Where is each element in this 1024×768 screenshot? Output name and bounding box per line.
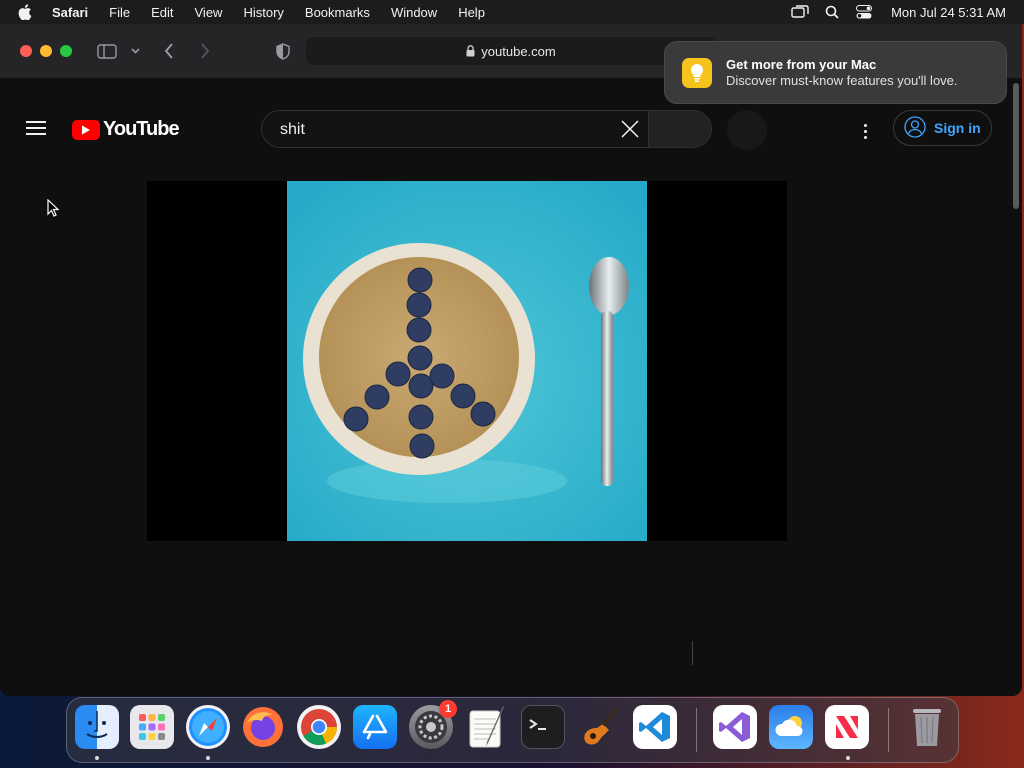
video-frame-oatmeal-bowl [287,181,647,541]
safari-icon[interactable] [186,705,230,749]
notification-body: Discover must-know features you'll love. [726,73,958,88]
news-icon[interactable] [825,705,869,749]
sidebar-toggle-icon[interactable] [96,43,118,59]
url-text: youtube.com [481,43,556,59]
youtube-page: YouTube Sign in [0,79,1010,696]
finder-running-dot [95,756,99,760]
dock-separator [696,708,697,752]
menu-help[interactable]: Help [458,5,485,20]
menu-bar-clock[interactable]: Mon Jul 24 5:31 AM [891,5,1006,20]
spotlight-search-icon[interactable] [821,0,843,24]
safari-window: youtube.com YouTube Sign in [0,24,1022,696]
youtube-play-icon [72,119,100,140]
dock-separator-trash [888,708,889,752]
menu-app-name[interactable]: Safari [52,5,88,20]
apple-menu-icon[interactable] [18,4,36,20]
back-icon[interactable] [160,42,178,60]
mouse-pointer-icon [47,198,60,222]
terminal-icon[interactable] [521,705,565,749]
notification-banner[interactable]: Get more from your Mac Discover must-kno… [664,41,1007,104]
search-box [261,110,649,148]
minimize-window-button[interactable] [40,45,52,57]
menu-bar: Safari File Edit View History Bookmarks … [0,0,1024,24]
trash-icon[interactable] [905,705,949,749]
address-bar[interactable]: youtube.com [306,37,716,65]
menu-window[interactable]: Window [391,5,437,20]
privacy-shield-icon[interactable] [274,42,292,60]
app-store-icon[interactable] [353,705,397,749]
menu-hamburger-icon[interactable] [26,121,46,135]
voice-search-button[interactable] [727,110,767,150]
search-button[interactable] [648,110,712,148]
notification-badge: 1 [439,700,457,718]
clear-search-icon[interactable] [620,119,640,139]
lightbulb-icon [682,58,712,88]
launchpad-icon[interactable] [130,705,174,749]
control-center-icon[interactable] [853,0,875,24]
account-icon [904,115,926,141]
firefox-icon[interactable] [241,705,285,749]
menu-edit[interactable]: Edit [151,5,173,20]
chrome-icon[interactable] [297,705,341,749]
divider [692,641,693,665]
menu-file[interactable]: File [109,5,130,20]
search-input[interactable] [278,119,612,141]
dock: 1 [66,697,959,763]
news-running-dot [846,756,850,760]
menu-bookmarks[interactable]: Bookmarks [305,5,370,20]
video-player[interactable] [147,181,787,541]
youtube-logo[interactable]: YouTube [72,118,180,141]
notification-title: Get more from your Mac [726,57,877,72]
page-scrollbar[interactable] [1010,79,1022,696]
scrollbar-thumb[interactable] [1013,83,1019,209]
vscode-icon[interactable] [633,705,677,749]
weather-icon[interactable] [769,705,813,749]
zoom-window-button[interactable] [60,45,72,57]
lock-icon [466,45,475,57]
textedit-icon[interactable] [465,705,509,749]
finder-icon[interactable] [75,705,119,749]
youtube-logo-text: YouTube [103,118,180,140]
system-settings-icon[interactable]: 1 [409,700,457,749]
sign-in-label: Sign in [934,120,981,136]
garageband-icon[interactable] [577,705,621,749]
close-window-button[interactable] [20,45,32,57]
visual-studio-icon[interactable] [713,705,757,749]
screen-mirroring-icon[interactable] [789,0,811,24]
menu-view[interactable]: View [195,5,223,20]
more-options-icon[interactable] [860,121,870,141]
chevron-down-icon[interactable] [129,45,141,57]
menu-history[interactable]: History [243,5,283,20]
safari-running-dot [206,756,210,760]
sign-in-button[interactable]: Sign in [893,110,992,146]
forward-icon[interactable] [196,42,214,60]
